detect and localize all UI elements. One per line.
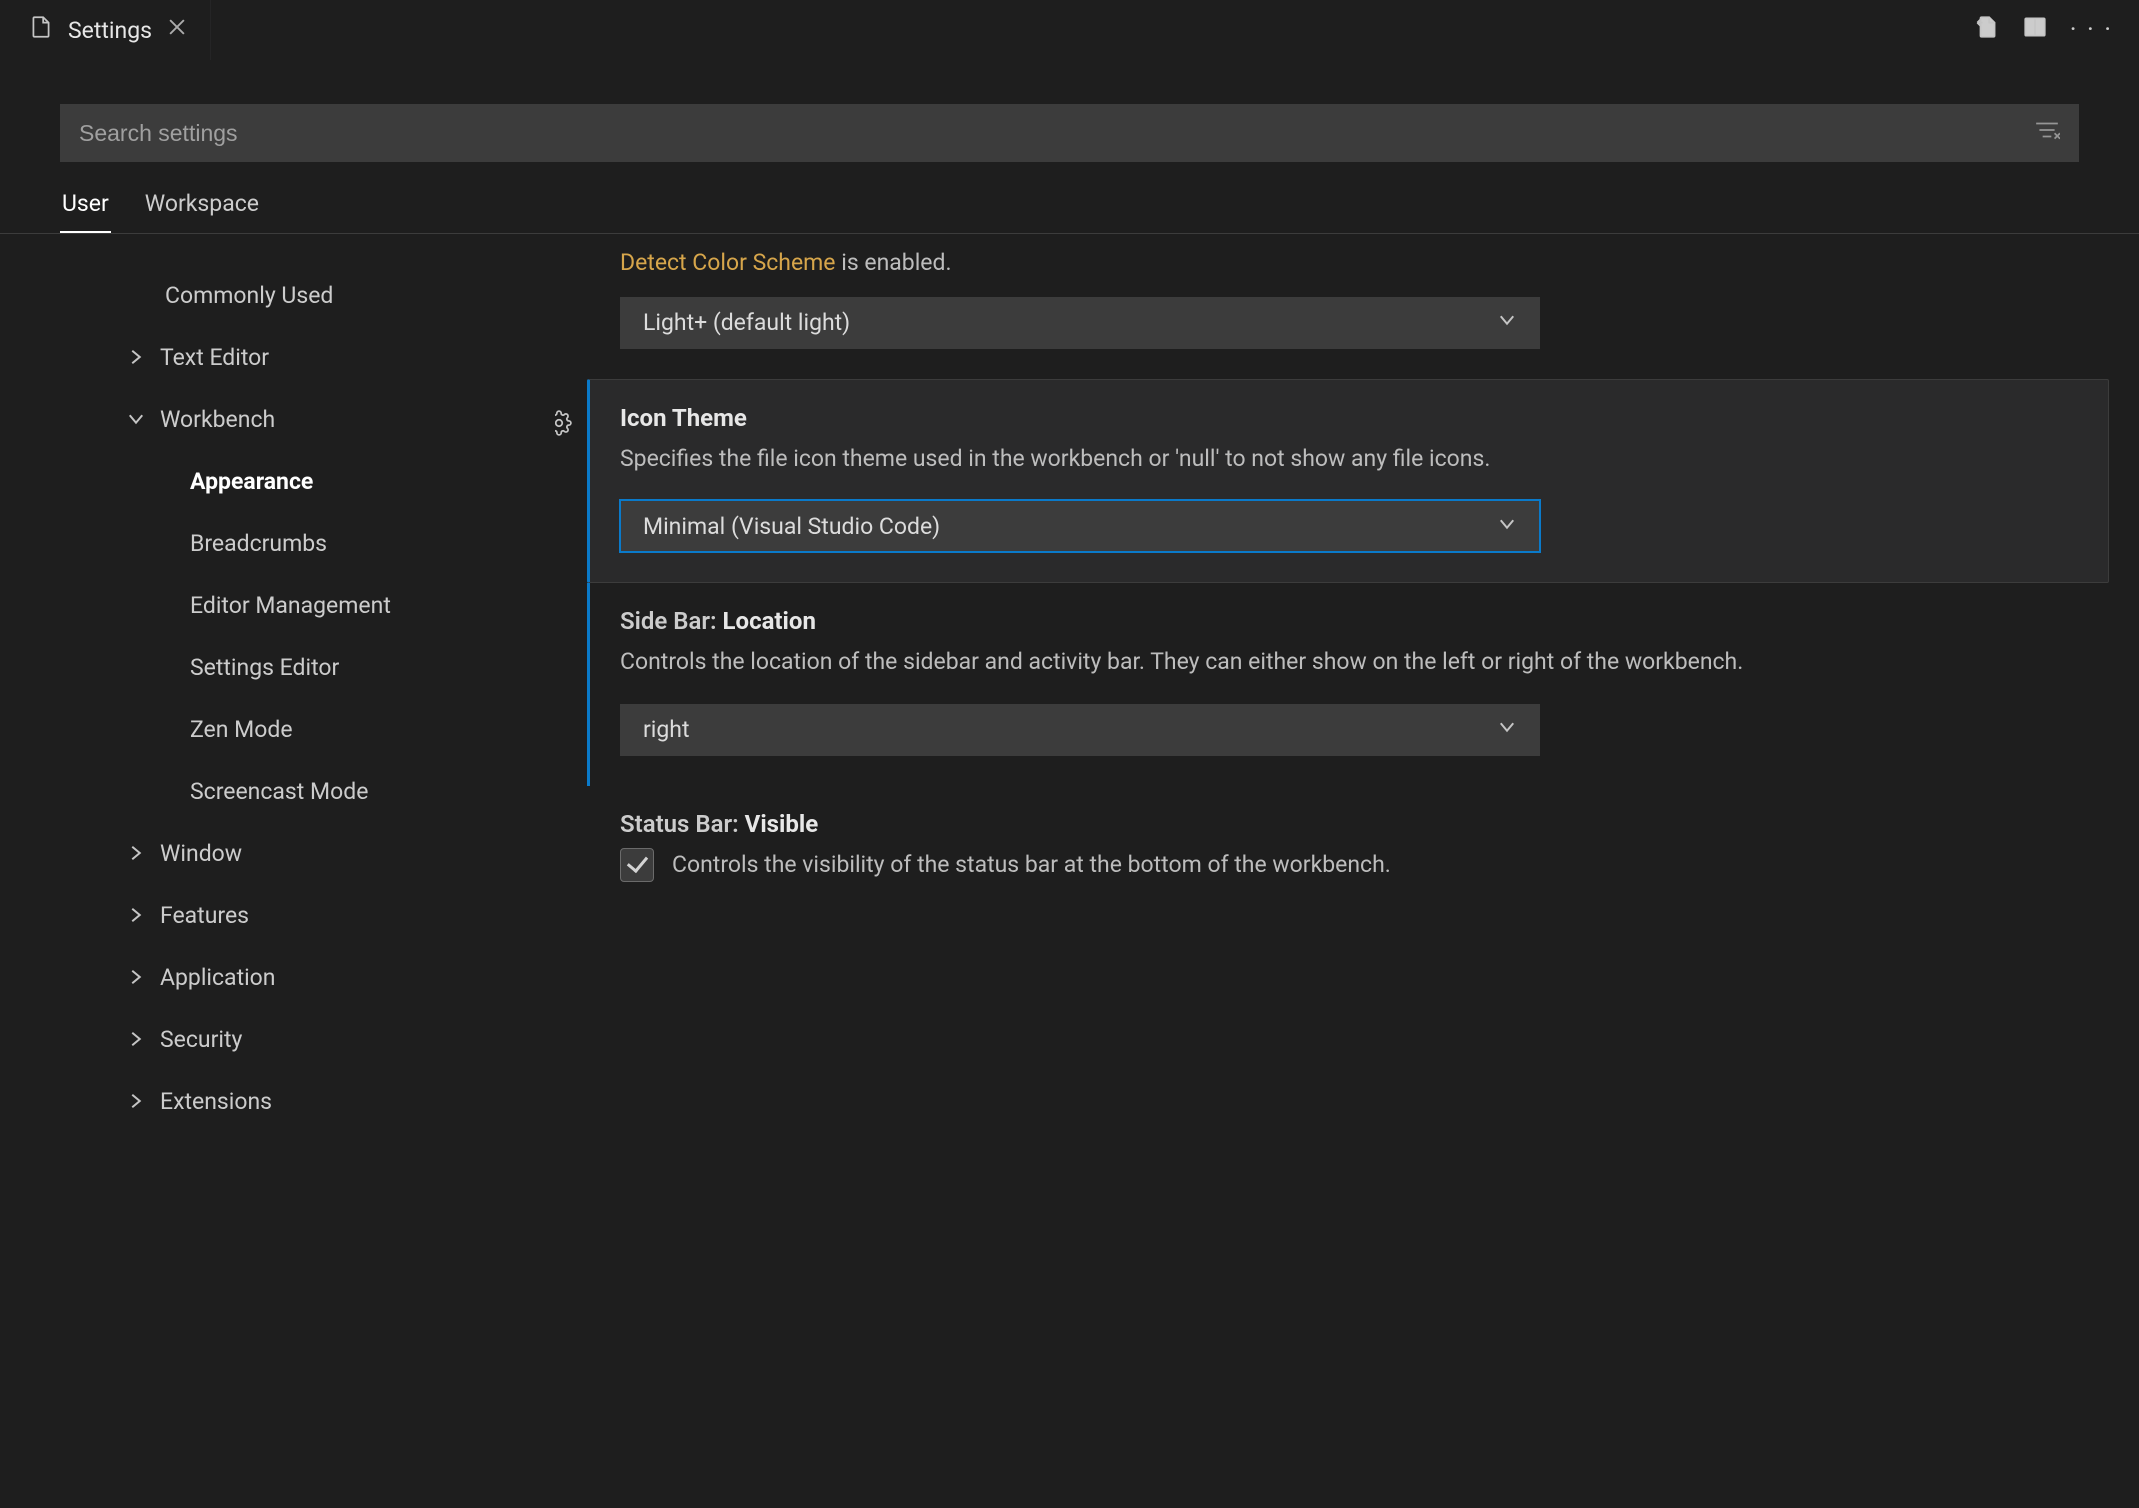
tree-text-editor[interactable]: Text Editor	[0, 326, 555, 388]
tree-appearance[interactable]: Appearance	[0, 450, 555, 512]
settings-body: Commonly Used Text Editor Workbench Appe…	[0, 234, 2139, 1508]
scope-tab-workspace[interactable]: Workspace	[143, 190, 261, 233]
tree-editor-management[interactable]: Editor Management	[0, 574, 555, 636]
chevron-right-icon	[126, 347, 160, 367]
select-value: Light+ (default light)	[643, 309, 850, 336]
select-value: Minimal (Visual Studio Code)	[643, 513, 940, 540]
light-theme-select[interactable]: Light+ (default light)	[620, 297, 1540, 349]
chevron-right-icon	[126, 967, 160, 987]
tab-group: Settings	[0, 0, 211, 60]
icon-theme-select[interactable]: Minimal (Visual Studio Code)	[620, 500, 1540, 552]
select-value: right	[643, 716, 690, 743]
tree-breadcrumbs[interactable]: Breadcrumbs	[0, 512, 555, 574]
settings-content: Detect Color Scheme is enabled. Light+ (…	[555, 234, 2139, 1508]
setting-title: Side Bar: Location	[620, 607, 2079, 635]
status-bar-checkbox[interactable]	[620, 848, 654, 882]
setting-status-bar-visible: Status Bar: Visible Controls the visibil…	[587, 786, 2109, 892]
tree-application[interactable]: Application	[0, 946, 555, 1008]
chevron-down-icon	[1497, 309, 1517, 336]
tab-settings[interactable]: Settings	[0, 0, 211, 60]
tree-zen-mode[interactable]: Zen Mode	[0, 698, 555, 760]
tree-security[interactable]: Security	[0, 1008, 555, 1070]
split-editor-icon[interactable]	[2022, 14, 2048, 46]
gear-icon[interactable]	[555, 410, 572, 442]
setting-title: Status Bar: Visible	[620, 810, 2079, 838]
tab-title: Settings	[68, 17, 152, 44]
settings-tree: Commonly Used Text Editor Workbench Appe…	[0, 234, 555, 1508]
editor-actions: · · ·	[1974, 14, 2127, 46]
chevron-right-icon	[126, 1029, 160, 1049]
setting-description: Controls the visibility of the status ba…	[672, 851, 1391, 878]
editor-tab-bar: Settings · · ·	[0, 0, 2139, 60]
tree-label: Window	[160, 840, 242, 867]
scope-tab-user[interactable]: User	[60, 190, 111, 233]
search-input[interactable]	[79, 120, 2034, 147]
clear-filter-icon[interactable]	[2034, 120, 2060, 146]
tree-label: Workbench	[160, 406, 275, 433]
tree-workbench[interactable]: Workbench	[0, 388, 555, 450]
scope-tabs: User Workspace	[0, 162, 2139, 234]
sidebar-location-select[interactable]: right	[620, 704, 1540, 756]
close-icon[interactable]	[166, 16, 188, 44]
setting-description: Specifies the file icon theme used in th…	[620, 442, 2078, 477]
setting-description: Controls the location of the sidebar and…	[620, 645, 2079, 680]
setting-link[interactable]: Detect Color Scheme	[620, 249, 836, 276]
tree-commonly-used[interactable]: Commonly Used	[0, 264, 555, 326]
chevron-down-icon	[1497, 716, 1517, 743]
open-changes-icon[interactable]	[1974, 14, 2000, 46]
chevron-right-icon	[126, 1091, 160, 1111]
tree-label: Text Editor	[160, 344, 269, 371]
tree-label: Features	[160, 902, 249, 929]
settings-search[interactable]	[60, 104, 2079, 162]
tree-extensions[interactable]: Extensions	[0, 1070, 555, 1132]
chevron-right-icon	[126, 905, 160, 925]
setting-sidebar-location: Side Bar: Location Controls the location…	[587, 583, 2109, 786]
tree-screencast-mode[interactable]: Screencast Mode	[0, 760, 555, 822]
checkbox-row: Controls the visibility of the status ba…	[620, 848, 2079, 882]
tree-label: Security	[160, 1026, 242, 1053]
tree-window[interactable]: Window	[0, 822, 555, 884]
settings-search-wrap	[0, 60, 2139, 162]
more-actions-icon[interactable]: · · ·	[2070, 15, 2113, 45]
file-icon	[28, 14, 54, 46]
setting-preferred-light-theme: Detect Color Scheme is enabled. Light+ (…	[587, 246, 2109, 379]
tree-settings-editor[interactable]: Settings Editor	[0, 636, 555, 698]
setting-description: Detect Color Scheme is enabled.	[620, 246, 2079, 281]
tree-label: Application	[160, 964, 276, 991]
chevron-right-icon	[126, 843, 160, 863]
setting-title: Icon Theme	[620, 404, 2078, 432]
tree-label: Extensions	[160, 1088, 272, 1115]
setting-icon-theme: Icon Theme Specifies the file icon theme…	[587, 379, 2109, 584]
tree-features[interactable]: Features	[0, 884, 555, 946]
chevron-down-icon	[126, 409, 160, 429]
chevron-down-icon	[1497, 513, 1517, 540]
